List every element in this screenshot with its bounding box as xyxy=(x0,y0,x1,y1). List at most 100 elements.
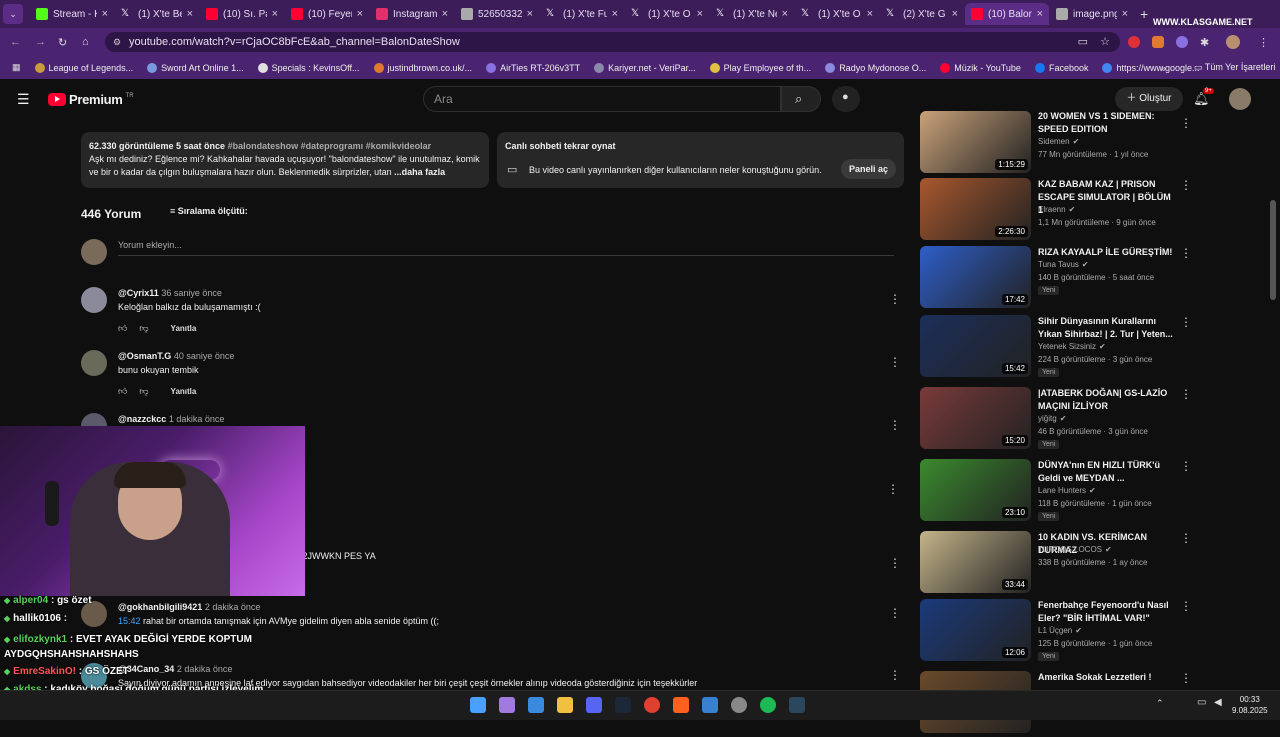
search-input[interactable]: Ara xyxy=(423,86,781,112)
url-field[interactable]: ⚙ youtube.com/watch?v=rCjaOC8bFcE&ab_cha… xyxy=(105,32,1120,52)
search-button[interactable]: ⌕ xyxy=(781,86,821,112)
show-more-link[interactable]: ...daha fazla xyxy=(394,167,445,177)
comment-menu-icon[interactable]: ⋮ xyxy=(889,556,901,570)
like-icon[interactable]: 👍︎ xyxy=(118,323,127,334)
comment-username[interactable]: @Cyrix11 xyxy=(118,288,159,298)
volume-icon[interactable]: ◀ xyxy=(1214,697,1222,708)
extensions-puzzle-icon[interactable]: ✱ xyxy=(1200,36,1209,49)
comment-menu-icon[interactable]: ⋮ xyxy=(889,292,901,306)
bookmark-1[interactable]: Sword Art Online 1... xyxy=(147,62,244,73)
comment-username[interactable]: @nazzckcc xyxy=(118,414,166,424)
taskbar-copilot-icon[interactable] xyxy=(499,697,515,713)
bookmark-7[interactable]: Radyo Mydonose O... xyxy=(825,62,926,73)
bookmark-9[interactable]: Facebook xyxy=(1034,62,1088,73)
sidebar-video[interactable]: 23:10 DÜNYA'nın EN HIZLI TÜRK'ü Geldi ve … xyxy=(920,459,1192,525)
browser-menu-icon[interactable]: ⋮ xyxy=(1258,36,1269,49)
tab-7[interactable]: 𝕏 (1) X'te O × xyxy=(625,3,709,25)
video-title[interactable]: RIZA KAYAALP İLE GÜREŞTİM! xyxy=(1038,246,1173,259)
commenter-avatar[interactable] xyxy=(81,350,107,376)
video-thumbnail[interactable]: 15:42 xyxy=(920,315,1031,377)
close-tab-icon[interactable]: × xyxy=(867,8,873,20)
video-channel[interactable]: Yetenek Sizsiniz ✔ xyxy=(1038,342,1106,351)
forward-icon[interactable]: → xyxy=(35,36,46,48)
taskbar-photos-icon[interactable] xyxy=(702,697,718,713)
bookmark-3[interactable]: justindbrown.co.uk/... xyxy=(373,62,472,73)
all-bookmarks[interactable]: ▭ Tüm Yer İşaretleri xyxy=(1194,62,1275,73)
comment-time[interactable]: 36 saniye önce xyxy=(161,288,222,298)
sidebar-video[interactable]: 17:42 RIZA KAYAALP İLE GÜREŞTİM! Tuna Tavu… xyxy=(920,246,1192,312)
taskbar-start-icon[interactable] xyxy=(470,697,486,713)
video-menu-icon[interactable]: ⋮ xyxy=(1180,671,1192,685)
video-title[interactable]: Sihir Dünyasının Kurallarını Yıkan Sihir… xyxy=(1038,315,1173,341)
tab-8[interactable]: 𝕏 (1) X'te Ne × xyxy=(710,3,794,25)
profile-avatar[interactable] xyxy=(1226,35,1240,49)
tab-3[interactable]: (10) Feyen × xyxy=(285,3,369,25)
taskbar-chrome-icon[interactable] xyxy=(644,697,660,713)
dislike-icon[interactable]: 👎︎ xyxy=(139,386,148,397)
account-avatar[interactable] xyxy=(1229,88,1251,110)
create-button[interactable]: ＋ Oluştur xyxy=(1115,87,1183,111)
voice-search-button[interactable]: ● xyxy=(832,86,860,112)
comment-time[interactable]: 2 dakika önce xyxy=(177,664,233,674)
sidebar-video[interactable]: 12:06 Fenerbahçe Feyenoord'u Nasıl Eler? … xyxy=(920,599,1192,665)
sidebar-video[interactable]: 15:42 Sihir Dünyasının Kurallarını Yıkan … xyxy=(920,315,1192,381)
sidebar-video[interactable]: 1:15:29 20 WOMEN VS 1 SIDEMEN: SPEED EDIT… xyxy=(920,111,1192,182)
sort-button[interactable]: ≡ Sıralama ölçütü: xyxy=(170,206,248,216)
close-tab-icon[interactable]: × xyxy=(1122,8,1128,20)
video-title[interactable]: DÜNYA'nın EN HIZLI TÜRK'ü Geldi ve MEYDA… xyxy=(1038,459,1173,485)
video-menu-icon[interactable]: ⋮ xyxy=(1180,459,1192,473)
video-thumbnail[interactable]: 15:20 xyxy=(920,387,1031,449)
sidebar-video[interactable]: 15:20 |ATABERK DOĞAN| GS-LAZİO MAÇINI İZL… xyxy=(920,387,1192,453)
like-icon[interactable]: 👍︎ xyxy=(118,386,127,397)
new-tab-button[interactable]: + xyxy=(1140,6,1148,22)
video-thumbnail[interactable]: 23:10 xyxy=(920,459,1031,521)
tab-11[interactable]: (10) Balon × xyxy=(965,3,1049,25)
video-thumbnail[interactable]: 33:44 xyxy=(920,531,1031,593)
video-menu-icon[interactable]: ⋮ xyxy=(1180,246,1192,260)
video-title[interactable]: Amerika Sokak Lezzetleri ! xyxy=(1038,671,1173,684)
comment-time[interactable]: 40 saniye önce xyxy=(174,351,235,361)
tab-12[interactable]: image.png × xyxy=(1050,3,1134,25)
tab-6[interactable]: 𝕏 (1) X'te Fu × xyxy=(540,3,624,25)
bookmark-5[interactable]: Kariyer.net - VeriPar... xyxy=(594,62,696,73)
extension-icon-2[interactable] xyxy=(1152,36,1164,48)
sidebar-video[interactable]: 2:26:30 KAZ BABAM KAZ | PRISON ESCAPE SIM… xyxy=(920,178,1192,244)
clock[interactable]: 00:33 9.08.2025 xyxy=(1232,694,1268,716)
sidebar-scrollbar[interactable] xyxy=(1270,120,1276,690)
home-icon[interactable]: ⌂ xyxy=(82,36,89,48)
taskbar-spotify-icon[interactable] xyxy=(760,697,776,713)
taskbar-steam-icon[interactable] xyxy=(615,697,631,713)
comment-menu-icon[interactable]: ⋮ xyxy=(889,606,901,620)
bookmark-10[interactable]: https://www.google... xyxy=(1102,62,1200,73)
video-channel[interactable]: Tuna Tavus ✔ xyxy=(1038,260,1089,269)
hamburger-menu-icon[interactable]: ☰ xyxy=(17,91,30,108)
taskbar-steam-icon[interactable] xyxy=(789,697,805,713)
close-tab-icon[interactable]: × xyxy=(1037,8,1043,20)
bookmarks-overflow-icon[interactable]: » xyxy=(1161,63,1166,73)
close-tab-icon[interactable]: × xyxy=(527,8,533,20)
comment-menu-icon[interactable]: ⋮ xyxy=(889,668,901,682)
network-icon[interactable]: ▭ xyxy=(1197,697,1206,708)
close-tab-icon[interactable]: × xyxy=(102,8,108,20)
site-info-icon[interactable]: ⚙ xyxy=(113,32,121,52)
install-icon[interactable]: ▭ xyxy=(1078,32,1088,52)
reply-button[interactable]: Yanıtla xyxy=(171,324,197,333)
tab-5[interactable]: 52650332 × xyxy=(455,3,539,25)
video-title[interactable]: Fenerbahçe Feyenoord'u Nasıl Eler? "BİR … xyxy=(1038,599,1173,625)
bookmark-6[interactable]: Play Employee of th... xyxy=(709,62,811,73)
hashtags[interactable]: #balondateshow #dateprogramı #komikvideo… xyxy=(228,141,432,151)
video-thumbnail[interactable]: 1:15:29 xyxy=(920,111,1031,173)
video-menu-icon[interactable]: ⋮ xyxy=(1180,531,1192,545)
extension-icon-1[interactable] xyxy=(1128,36,1140,48)
bookmark-0[interactable]: League of Legends... xyxy=(34,62,133,73)
close-tab-icon[interactable]: × xyxy=(952,8,958,20)
comment-menu-icon[interactable]: ⋮ xyxy=(889,355,901,369)
video-channel[interactable]: Lane Hunters ✔ xyxy=(1038,486,1096,495)
comment-time[interactable]: 1 dakika önce xyxy=(169,414,225,424)
video-channel[interactable]: yiğitg ✔ xyxy=(1038,414,1066,423)
tab-9[interactable]: 𝕏 (1) X'te O × xyxy=(795,3,879,25)
extension-icon-3[interactable] xyxy=(1176,36,1188,48)
tray-chevron-icon[interactable]: ⌃ xyxy=(1156,698,1164,709)
video-description[interactable]: 62.330 görüntüleme 5 saat önce #balondat… xyxy=(81,132,489,188)
comment-timestamp-link[interactable]: 15:42 xyxy=(118,616,141,626)
